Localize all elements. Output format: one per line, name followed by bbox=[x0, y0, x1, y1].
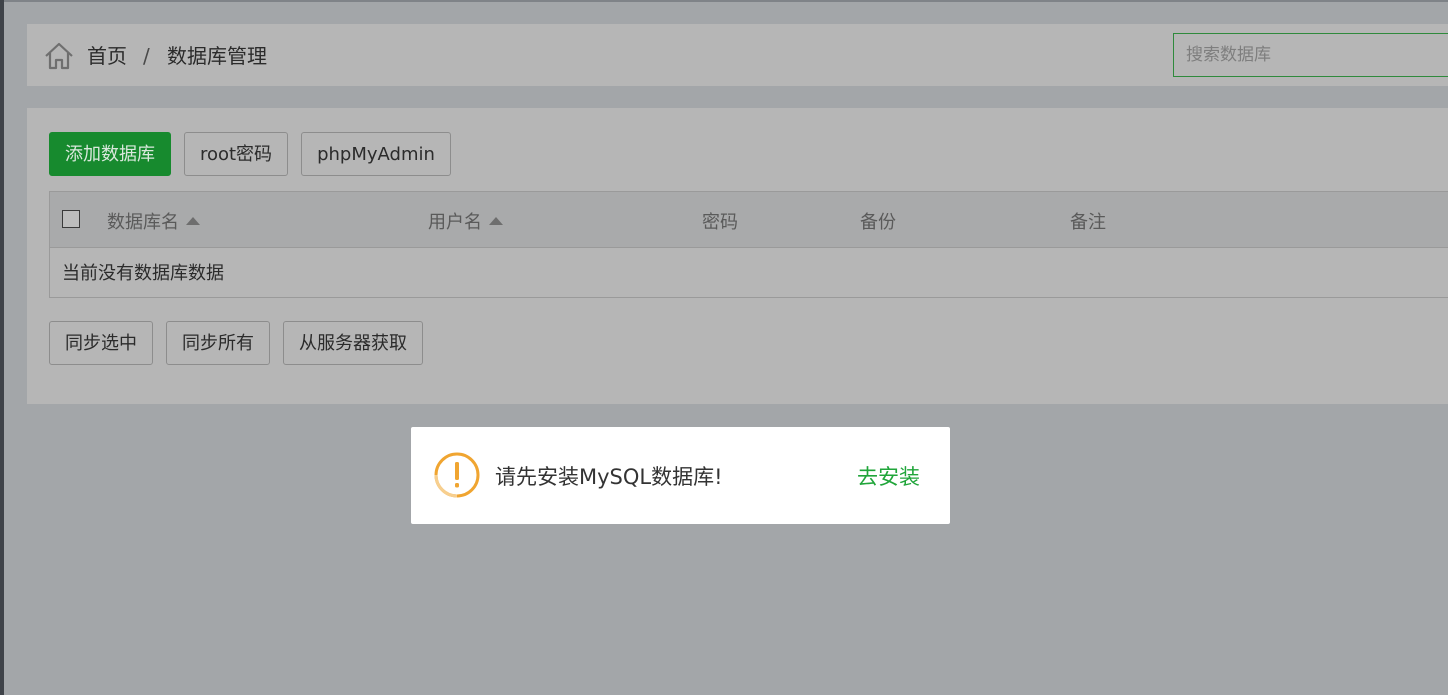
database-panel: 添加数据库 root密码 phpMyAdmin 数据库名 用户名 密码 备份 备… bbox=[27, 108, 1448, 404]
column-username-label: 用户名 bbox=[428, 212, 482, 233]
column-name-header[interactable]: 数据库名 bbox=[107, 211, 201, 235]
breadcrumb-home[interactable]: 首页 bbox=[87, 43, 127, 69]
fetch-from-server-button[interactable]: 从服务器获取 bbox=[283, 321, 423, 365]
sort-up-icon[interactable] bbox=[488, 216, 504, 226]
root-password-button[interactable]: root密码 bbox=[184, 132, 288, 176]
top-border bbox=[4, 0, 1448, 2]
add-database-button[interactable]: 添加数据库 bbox=[49, 132, 171, 176]
column-note-header: 备注 bbox=[1070, 212, 1106, 233]
breadcrumb-separator: / bbox=[143, 44, 150, 68]
breadcrumb-current: 数据库管理 bbox=[167, 44, 267, 68]
phpmyadmin-button[interactable]: phpMyAdmin bbox=[301, 132, 451, 176]
table-header: 数据库名 用户名 密码 备份 备注 bbox=[50, 192, 1448, 248]
sort-up-icon[interactable] bbox=[185, 216, 201, 226]
install-link[interactable]: 去安装 bbox=[857, 463, 920, 491]
home-icon[interactable] bbox=[43, 40, 75, 72]
dialog-message: 请先安装MySQL数据库! bbox=[495, 465, 723, 489]
empty-table-message: 当前没有数据库数据 bbox=[62, 263, 224, 284]
column-name-label: 数据库名 bbox=[107, 212, 179, 233]
search-input[interactable] bbox=[1173, 33, 1448, 77]
column-backup-header: 备份 bbox=[860, 212, 896, 233]
sync-selected-button[interactable]: 同步选中 bbox=[49, 321, 153, 365]
column-username-header[interactable]: 用户名 bbox=[428, 211, 504, 235]
install-mysql-dialog: 请先安装MySQL数据库! 去安装 bbox=[411, 427, 950, 524]
sync-all-button[interactable]: 同步所有 bbox=[166, 321, 270, 365]
sidebar-edge bbox=[0, 0, 4, 695]
warning-icon bbox=[434, 452, 480, 498]
column-password-header: 密码 bbox=[702, 212, 738, 233]
select-all-checkbox[interactable] bbox=[62, 210, 80, 228]
database-table: 数据库名 用户名 密码 备份 备注 当前没有数据库数据 bbox=[49, 191, 1448, 298]
breadcrumb: 首页 / 数据库管理 bbox=[27, 24, 1448, 86]
